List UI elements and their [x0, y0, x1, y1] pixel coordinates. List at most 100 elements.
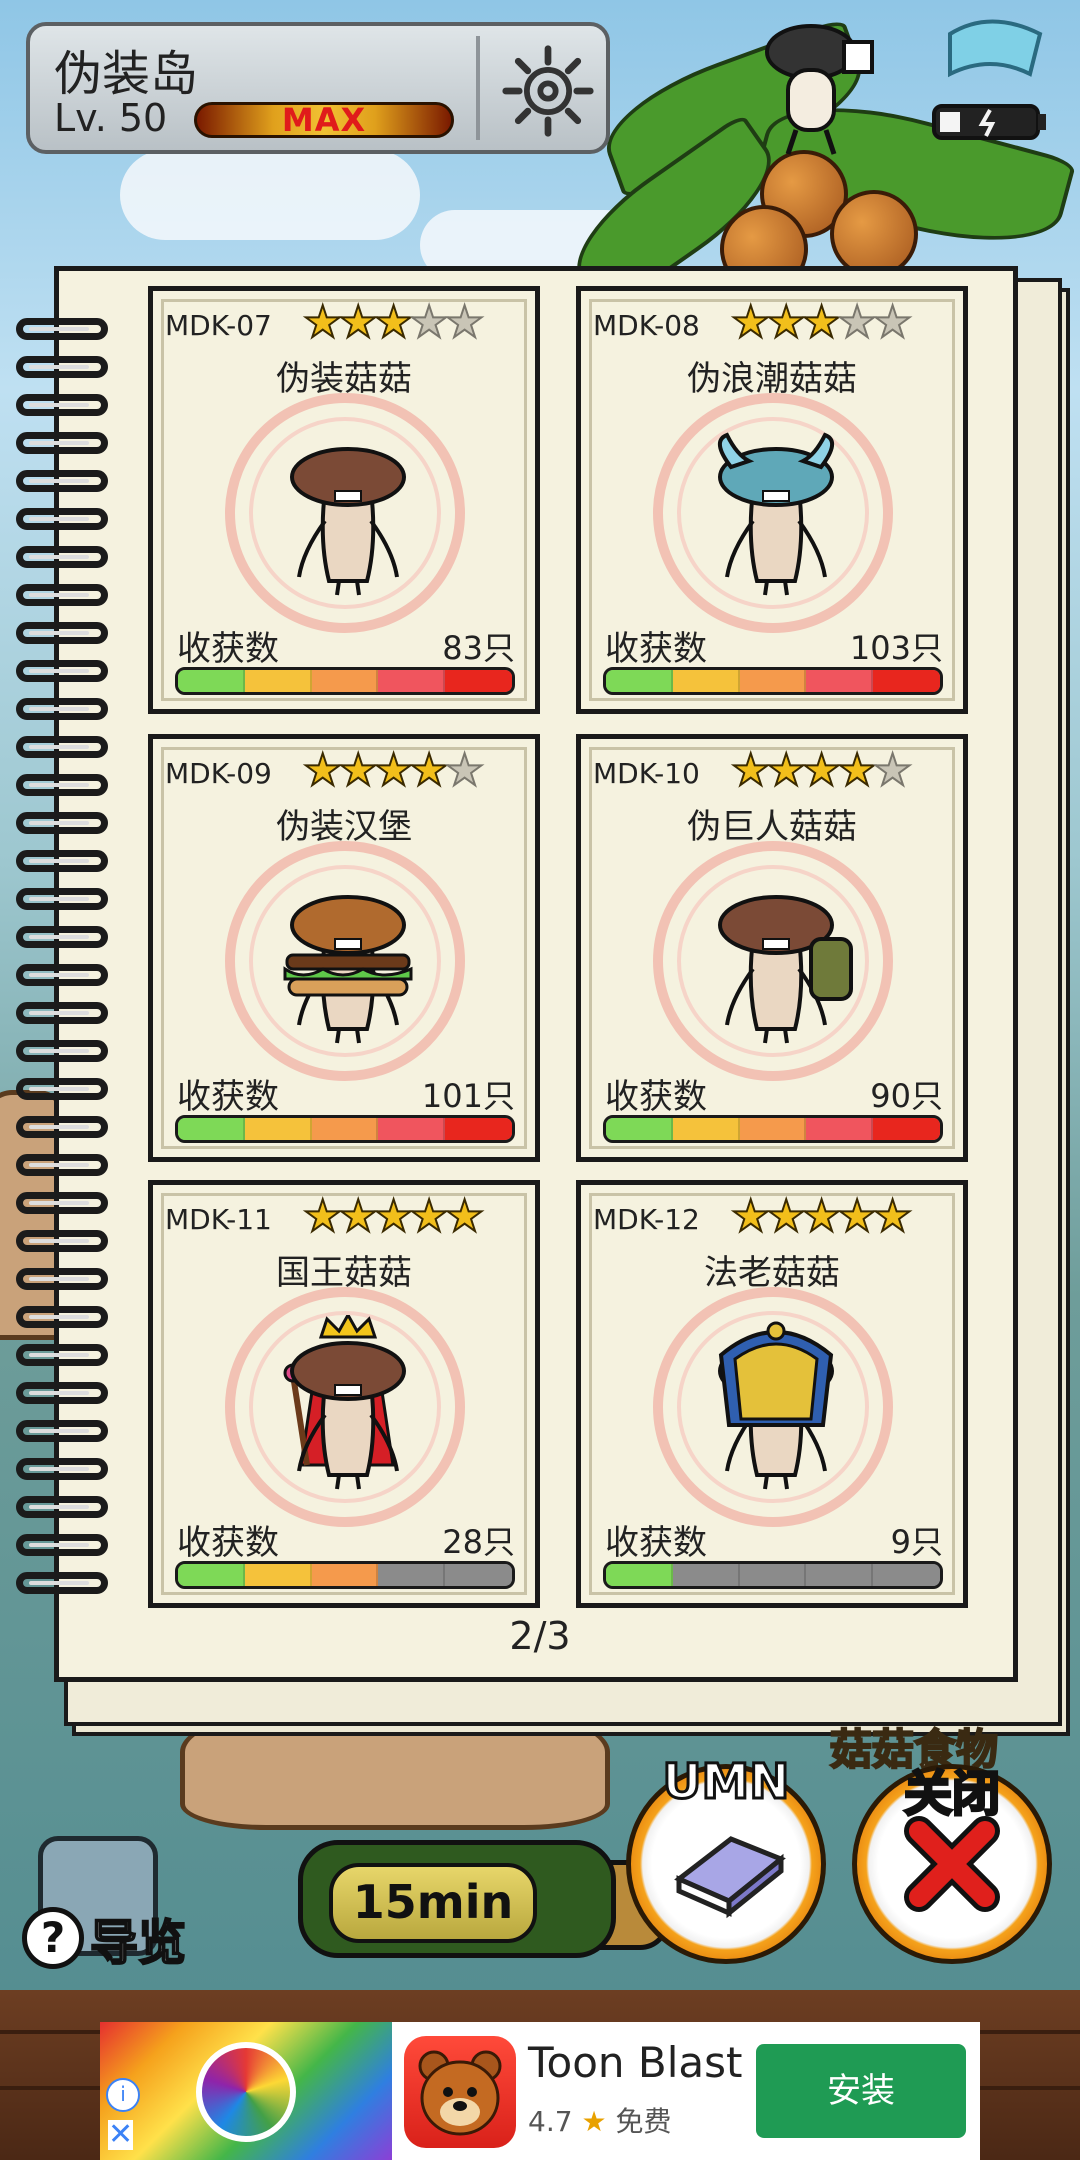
star-icon: ★ — [801, 297, 843, 348]
star-icon: ★ — [302, 745, 344, 796]
progress-segment — [739, 670, 807, 692]
helper-character[interactable] — [736, 12, 886, 162]
spiral-ring — [16, 622, 108, 644]
ad-install-button[interactable]: 安装 — [756, 2044, 966, 2138]
progress-segment — [606, 1118, 673, 1140]
ad-rating-value: 4.7 — [528, 2105, 573, 2138]
spiral-ring — [16, 356, 108, 378]
star-icon: ★ — [765, 297, 807, 348]
star-icon: ★ — [730, 745, 772, 796]
progress-segment — [178, 670, 245, 692]
mushroom-code: MDK-09 — [165, 757, 272, 790]
ad-banner[interactable]: i ✕ Toon Blast 4.7 ★ 免费 安装 — [100, 2022, 980, 2160]
star-icon: ★ — [836, 1191, 878, 1242]
progress-segment — [873, 1564, 940, 1586]
progress-segment — [606, 1564, 673, 1586]
gear-icon — [502, 45, 594, 137]
ad-info-icon[interactable]: i — [106, 2078, 140, 2112]
help-icon: ? — [22, 1907, 84, 1969]
star-icon: ★ — [444, 745, 486, 796]
mushroom-code: MDK-11 — [165, 1203, 272, 1236]
harvest-progress-bar — [175, 667, 515, 695]
star-icon: ★ — [730, 1191, 772, 1242]
spiral-ring — [16, 1572, 108, 1594]
harvest-label: 收获数 — [177, 629, 279, 669]
mushroom-card[interactable]: MDK-08 ★★★★★ 伪浪潮菇菇 收获数 103只 — [576, 286, 968, 714]
settings-button[interactable] — [492, 38, 604, 144]
spiral-ring — [16, 926, 108, 948]
max-label: MAX — [281, 101, 367, 139]
progress-segment — [244, 1118, 312, 1140]
mushroom-portrait — [691, 869, 861, 1049]
level-progress-bar: MAX — [194, 102, 454, 138]
harvest-label: 收获数 — [177, 1523, 279, 1563]
spiral-ring — [16, 1534, 108, 1556]
progress-segment — [244, 1564, 312, 1586]
ad-game-image[interactable] — [100, 2022, 392, 2160]
spiral-ring — [16, 508, 108, 530]
mushroom-card[interactable]: MDK-09 ★★★★★ 伪装汉堡 收获数 101只 — [148, 734, 540, 1162]
growth-timer[interactable]: 15min — [298, 1840, 616, 1958]
harvest-label: 收获数 — [605, 1523, 707, 1563]
timer-label: 15min — [352, 1875, 514, 1929]
spiral-ring — [16, 1154, 108, 1176]
harvest-progress-bar — [603, 1561, 943, 1589]
rarity-stars: ★★★★★ — [730, 300, 913, 346]
progress-segment — [672, 670, 740, 692]
mushroom-portrait — [263, 869, 433, 1049]
star-icon: ★ — [373, 745, 415, 796]
star-icon: ★ — [801, 745, 843, 796]
star-icon: ★ — [730, 297, 772, 348]
rarity-stars: ★★★★★ — [730, 1194, 913, 1240]
mushroom-code: MDK-12 — [593, 1203, 700, 1236]
harvest-progress-bar — [603, 667, 943, 695]
mushroom-card[interactable]: MDK-12 ★★★★★ 法老菇菇 收获数 9只 — [576, 1180, 968, 1608]
energy-indicator[interactable] — [920, 14, 1060, 164]
mushroom-card[interactable]: MDK-11 ★★★★★ 国王菇菇 收获数 28只 — [148, 1180, 540, 1608]
harvest-progress-bar — [175, 1115, 515, 1143]
ad-rating-row: 4.7 ★ 免费 — [528, 2100, 671, 2140]
star-icon: ★ — [581, 2105, 607, 2138]
ad-ball-graphic — [196, 2042, 296, 2142]
star-icon: ★ — [872, 297, 914, 348]
star-icon: ★ — [836, 745, 878, 796]
star-icon: ★ — [337, 297, 379, 348]
spiral-ring — [16, 584, 108, 606]
rarity-stars: ★★★★★ — [730, 748, 913, 794]
harvest-count: 9只 — [890, 1523, 943, 1561]
ad-app-icon[interactable] — [404, 2036, 516, 2148]
star-icon: ★ — [872, 1191, 914, 1242]
mushroom-card[interactable]: MDK-07 ★★★★★ 伪装菇菇 收获数 83只 — [148, 286, 540, 714]
harvest-count: 101只 — [421, 1077, 515, 1115]
divider — [476, 36, 480, 140]
progress-segment — [445, 1564, 512, 1586]
star-icon: ★ — [408, 745, 450, 796]
spiral-ring — [16, 1344, 108, 1366]
island-info-panel: 伪装岛 Lv. 50 MAX — [26, 22, 610, 154]
spiral-ring — [16, 546, 108, 568]
progress-segment — [806, 1564, 874, 1586]
star-icon: ★ — [373, 297, 415, 348]
mushroom-card[interactable]: MDK-10 ★★★★★ 伪巨人菇菇 收获数 90只 — [576, 734, 968, 1162]
harvest-progress-bar — [603, 1115, 943, 1143]
progress-segment — [873, 670, 940, 692]
spiral-ring — [16, 1116, 108, 1138]
mushroom-portrait — [691, 1315, 861, 1495]
spiral-ring — [16, 1002, 108, 1024]
star-icon: ★ — [408, 297, 450, 348]
guide-label: 导览 — [89, 1914, 187, 1972]
star-icon: ★ — [302, 1191, 344, 1242]
spiral-ring — [16, 1268, 108, 1290]
ad-title[interactable]: Toon Blast — [528, 2038, 742, 2087]
spiral-ring — [16, 736, 108, 758]
ad-close-icon[interactable]: ✕ — [108, 2120, 134, 2150]
star-icon: ★ — [872, 745, 914, 796]
island-level: Lv. 50 — [54, 96, 168, 140]
star-icon: ★ — [765, 1191, 807, 1242]
guide-button[interactable]: ? 导览 — [22, 1900, 212, 1976]
star-icon: ★ — [337, 1191, 379, 1242]
progress-segment — [445, 670, 512, 692]
close-label: 关闭 — [902, 1765, 1001, 1824]
progress-segment — [311, 1118, 379, 1140]
harvest-progress-bar — [175, 1561, 515, 1589]
